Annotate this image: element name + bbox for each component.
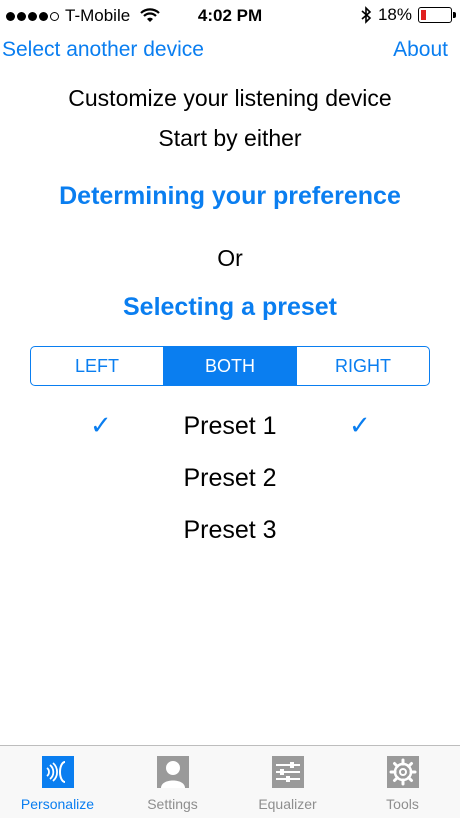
tab-bar: Personalize Settings Equalizer Tools — [0, 745, 460, 818]
status-bar: T-Mobile 4:02 PM 18% — [0, 0, 460, 32]
gear-icon — [386, 756, 419, 788]
preset-label: Preset 3 — [183, 516, 277, 544]
tab-settings[interactable]: Settings — [115, 746, 230, 818]
status-right: 18% — [360, 5, 456, 25]
right-check-icon: ✓ — [349, 410, 371, 440]
preset-label: Preset 2 — [183, 464, 277, 492]
preset-row-3[interactable]: Preset 3 — [0, 512, 460, 552]
segment-left[interactable]: LEFT — [31, 347, 163, 385]
tab-label: Tools — [386, 796, 419, 812]
determine-preference-link[interactable]: Determining your preference — [0, 182, 460, 211]
tab-personalize[interactable]: Personalize — [0, 746, 115, 818]
preset-row-2[interactable]: Preset 2 — [0, 460, 460, 500]
personalize-icon — [41, 756, 74, 788]
tab-equalizer[interactable]: Equalizer — [230, 746, 345, 818]
equalizer-icon — [271, 756, 304, 788]
tab-label: Settings — [147, 796, 198, 812]
preset-label: Preset 1 — [183, 412, 277, 440]
select-another-device-link[interactable]: Select another device — [2, 38, 204, 62]
bluetooth-icon — [361, 6, 372, 24]
battery-icon — [418, 7, 456, 23]
about-link[interactable]: About — [393, 38, 448, 62]
segment-both[interactable]: BOTH — [163, 347, 296, 385]
tab-label: Personalize — [20, 796, 95, 812]
or-text: Or — [217, 245, 243, 271]
page-subheading: Start by either — [158, 125, 302, 151]
segment-right[interactable]: RIGHT — [296, 347, 429, 385]
page-heading: Customize your listening device — [68, 85, 392, 111]
tab-label: Equalizer — [258, 796, 317, 812]
preset-row-1[interactable]: ✓ Preset 1 ✓ — [0, 408, 460, 448]
battery-percent: 18% — [377, 5, 412, 24]
select-preset-link[interactable]: Selecting a preset — [0, 293, 460, 322]
person-icon — [156, 756, 189, 788]
ear-segmented-control: LEFT BOTH RIGHT — [30, 346, 430, 386]
tab-tools[interactable]: Tools — [345, 746, 460, 818]
